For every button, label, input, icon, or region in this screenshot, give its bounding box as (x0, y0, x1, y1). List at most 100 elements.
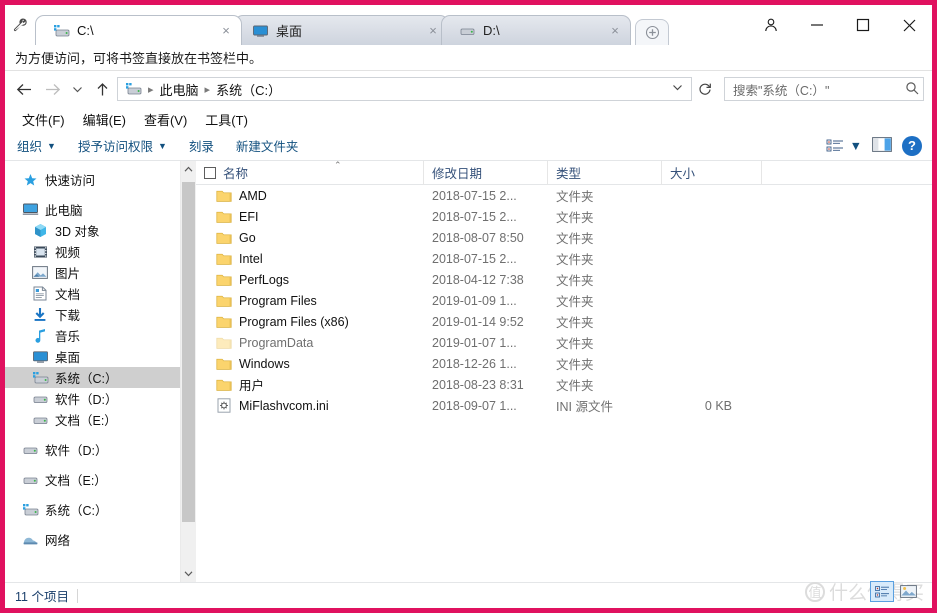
table-row[interactable]: Intel2018-07-15 2...文件夹 (196, 248, 932, 269)
chevron-down-icon[interactable] (666, 83, 689, 95)
refresh-button[interactable] (694, 77, 716, 101)
search-icon[interactable] (905, 81, 919, 98)
breadcrumb-separator: ▸ (145, 83, 157, 96)
sidebar-item-label: 文档 (55, 284, 80, 303)
sidebar-item-7[interactable]: 音乐 (5, 325, 180, 346)
sidebar-scrollbar[interactable] (180, 161, 195, 582)
table-row[interactable]: ProgramData2019-01-07 1...文件夹 (196, 332, 932, 353)
sidebar-item-label: 图片 (55, 263, 80, 282)
new-folder-button[interactable]: 新建文件夹 (236, 136, 313, 155)
table-row[interactable]: PerfLogs2018-04-12 7:38文件夹 (196, 269, 932, 290)
back-button[interactable] (11, 75, 37, 103)
music-icon (31, 328, 49, 344)
table-row[interactable]: 用户2018-08-23 8:31文件夹 (196, 374, 932, 395)
column-header-type[interactable]: 类型 (548, 161, 662, 185)
sidebar-item-14[interactable]: 系统（C:） (5, 499, 180, 520)
menu-view[interactable]: 查看(V) (135, 110, 196, 129)
large-icons-view-button[interactable] (896, 581, 920, 602)
file-date-cell: 2019-01-14 9:52 (424, 311, 548, 332)
new-tab-button[interactable] (635, 19, 669, 45)
sidebar-item-0[interactable]: 快速访问 (5, 169, 180, 190)
scroll-up-arrow-icon[interactable] (181, 161, 196, 178)
close-button[interactable] (886, 8, 932, 42)
tab-d-drive[interactable]: D:\ × (441, 15, 631, 45)
file-type-cell: 文件夹 (548, 353, 662, 374)
details-view-button[interactable] (870, 581, 894, 602)
account-icon[interactable] (748, 8, 794, 42)
scrollbar-thumb[interactable] (182, 182, 195, 522)
file-date-cell: 2018-12-26 1... (424, 353, 548, 374)
sidebar-item-15[interactable]: 网络 (5, 529, 180, 550)
file-type-cell: INI 源文件 (548, 395, 662, 416)
sidebar-item-12[interactable]: 软件（D:） (5, 439, 180, 460)
file-name-cell: 用户 (196, 374, 424, 395)
sidebar-item-2[interactable]: 3D 对象 (5, 220, 180, 241)
sidebar-item-4[interactable]: 图片 (5, 262, 180, 283)
select-all-checkbox[interactable] (204, 167, 216, 179)
file-date-cell: 2019-01-07 1... (424, 332, 548, 353)
sidebar-item-8[interactable]: 桌面 (5, 346, 180, 367)
sidebar-item-13[interactable]: 文档（E:） (5, 469, 180, 490)
burn-button[interactable]: 刻录 (189, 136, 228, 155)
breadcrumb-this-pc[interactable]: 此电脑 (160, 80, 199, 99)
organize-button[interactable]: 组织 ▼ (17, 136, 70, 155)
videos-icon (31, 244, 49, 260)
address-bar[interactable]: ▸ 此电脑 ▸ 系统（C:） (117, 77, 692, 101)
sidebar-item-9[interactable]: 系统（C:） (5, 367, 180, 388)
file-size-cell (662, 185, 762, 206)
breadcrumb-system-c[interactable]: 系统（C:） (216, 80, 281, 99)
tab-close-icon[interactable]: × (606, 23, 624, 38)
view-options-button[interactable]: ▼ (826, 139, 862, 153)
tab-desktop[interactable]: 桌面 × (234, 15, 449, 45)
folder-icon (216, 378, 232, 392)
file-date-cell: 2018-07-15 2... (424, 185, 548, 206)
help-button[interactable]: ? (902, 136, 922, 156)
tab-c-drive[interactable]: C:\ × (35, 15, 242, 45)
tab-close-icon[interactable]: × (217, 23, 235, 38)
sidebar-item-11[interactable]: 文档（E:） (5, 409, 180, 430)
wrench-icon[interactable] (5, 5, 35, 45)
folder-icon (216, 294, 232, 308)
file-name-label: Program Files (x86) (239, 315, 349, 329)
folder-icon (216, 336, 232, 350)
tab-close-icon[interactable]: × (424, 23, 442, 38)
scroll-down-arrow-icon[interactable] (181, 565, 196, 582)
table-row[interactable]: Program Files (x86)2019-01-14 9:52文件夹 (196, 311, 932, 332)
history-dropdown-button[interactable] (67, 75, 87, 103)
file-date-cell: 2018-07-15 2... (424, 206, 548, 227)
maximize-button[interactable] (840, 8, 886, 42)
search-input[interactable]: 搜索"系统（C:）" (724, 77, 924, 101)
sidebar-item-10[interactable]: 软件（D:） (5, 388, 180, 409)
sidebar-item-5[interactable]: 文档 (5, 283, 180, 304)
file-type-cell: 文件夹 (548, 248, 662, 269)
table-row[interactable]: Windows2018-12-26 1...文件夹 (196, 353, 932, 374)
table-row[interactable]: Program Files2019-01-09 1...文件夹 (196, 290, 932, 311)
column-header-name[interactable]: 名称 (196, 161, 424, 185)
file-type-cell: 文件夹 (548, 269, 662, 290)
preview-pane-button[interactable] (872, 137, 892, 155)
column-header-date[interactable]: 修改日期 (424, 161, 548, 185)
up-button[interactable] (89, 75, 115, 103)
table-row[interactable]: MiFlashvcom.ini2018-09-07 1...INI 源文件0 K… (196, 395, 932, 416)
sidebar-item-1[interactable]: 此电脑 (5, 199, 180, 220)
scrollbar-track[interactable] (181, 178, 196, 565)
menu-file[interactable]: 文件(F) (13, 110, 74, 129)
menu-tools[interactable]: 工具(T) (196, 110, 257, 129)
file-name-cell: PerfLogs (196, 269, 424, 290)
table-row[interactable]: Go2018-08-07 8:50文件夹 (196, 227, 932, 248)
minimize-button[interactable] (794, 8, 840, 42)
table-row[interactable]: AMD2018-07-15 2...文件夹 (196, 185, 932, 206)
sidebar-item-label: 音乐 (55, 326, 80, 345)
bookmark-notice: 为方便访问，可将书签直接放在书签栏中。 (5, 45, 932, 71)
table-row[interactable]: EFI2018-07-15 2...文件夹 (196, 206, 932, 227)
folder-icon (216, 315, 232, 329)
sidebar-item-3[interactable]: 视频 (5, 241, 180, 262)
network-icon (21, 532, 39, 548)
menu-edit[interactable]: 编辑(E) (74, 110, 135, 129)
column-header-size[interactable]: 大小 (662, 161, 762, 185)
grant-access-button[interactable]: 授予访问权限 ▼ (78, 136, 181, 155)
file-name-label: ProgramData (239, 336, 313, 350)
sidebar-item-6[interactable]: 下载 (5, 304, 180, 325)
drive-icon (458, 23, 476, 39)
file-size-cell (662, 269, 762, 290)
